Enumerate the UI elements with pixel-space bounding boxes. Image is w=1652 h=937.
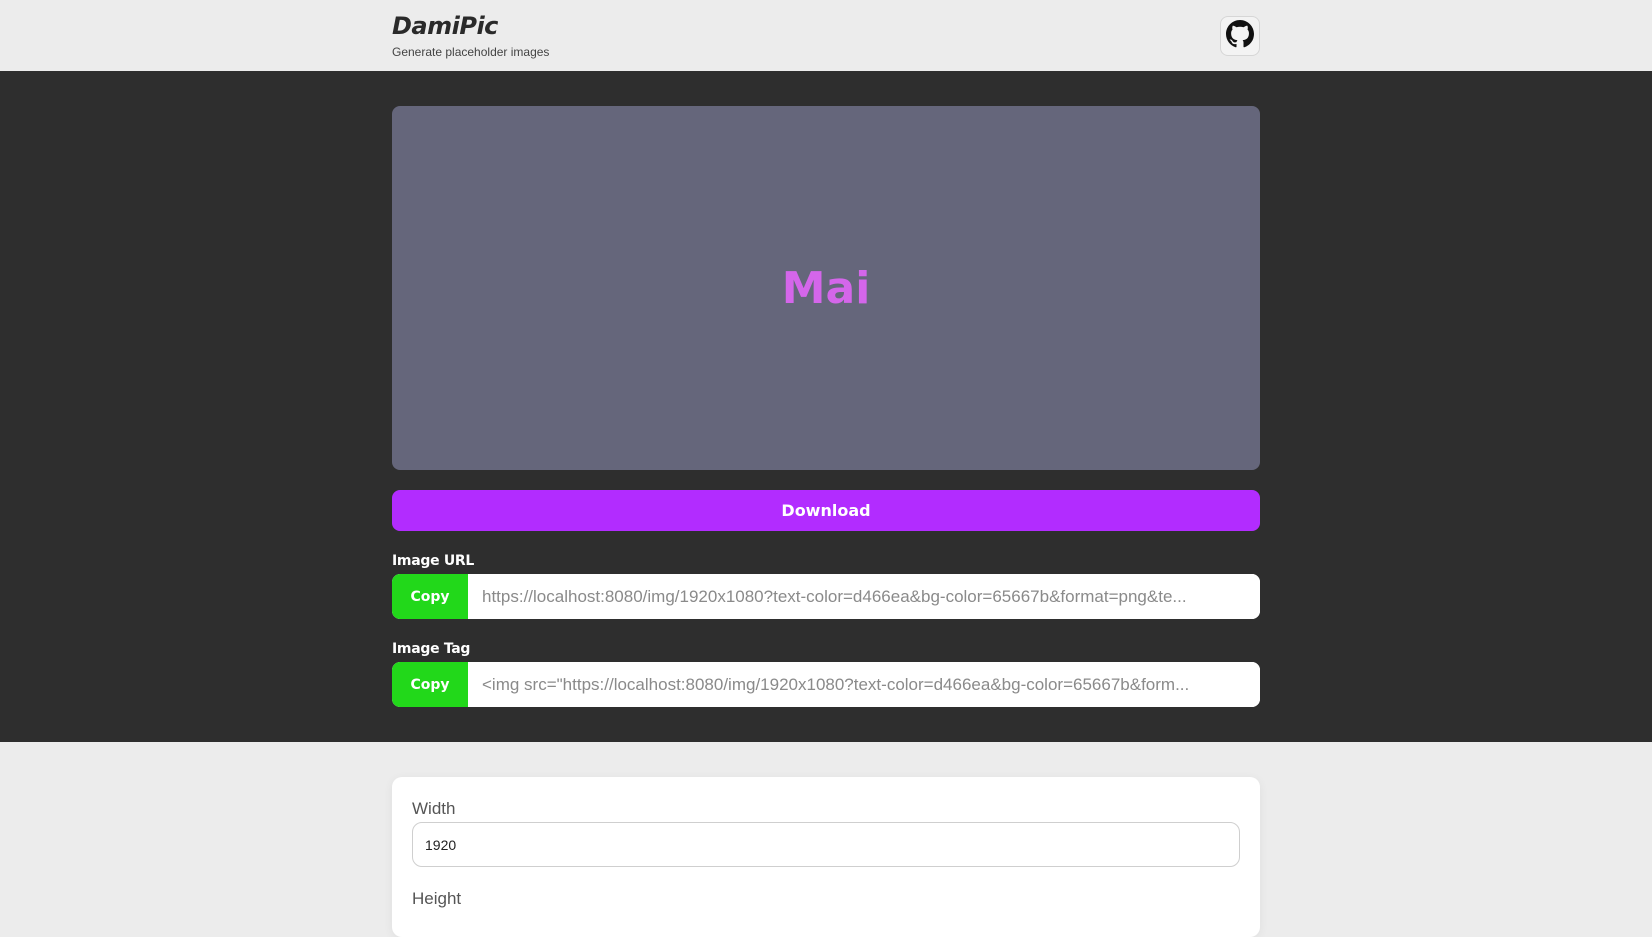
image-url-row: Copy https://localhost:8080/img/1920x108…	[392, 574, 1260, 619]
github-button[interactable]	[1220, 16, 1260, 56]
download-button[interactable]: Download	[392, 490, 1260, 531]
image-tag-row: Copy <img src="https://localhost:8080/im…	[392, 662, 1260, 707]
copy-url-button[interactable]: Copy	[392, 574, 468, 619]
image-tag-label: Image Tag	[392, 641, 471, 657]
app-title: DamiPic	[392, 12, 498, 40]
copy-tag-button[interactable]: Copy	[392, 662, 468, 707]
image-url-label: Image URL	[392, 553, 475, 569]
image-url-field[interactable]: https://localhost:8080/img/1920x1080?tex…	[468, 574, 1260, 619]
preview-text: Mai	[781, 262, 871, 314]
github-icon	[1226, 20, 1254, 52]
width-value: 1920	[425, 836, 457, 853]
top-bar: DamiPic Generate placeholder images	[0, 0, 1652, 71]
width-label: Width	[412, 799, 456, 818]
image-preview: Mai	[392, 106, 1260, 470]
brand: DamiPic Generate placeholder images	[392, 12, 549, 59]
width-input[interactable]: 1920	[412, 822, 1240, 867]
image-tag-field[interactable]: <img src="https://localhost:8080/img/192…	[468, 662, 1260, 707]
preview-section: Mai Download Image URL Copy https://loca…	[0, 71, 1652, 742]
height-label: Height	[412, 889, 462, 908]
settings-card: Width 1920 Height	[392, 777, 1260, 937]
image-url-value: https://localhost:8080/img/1920x1080?tex…	[482, 586, 1187, 606]
app-subtitle: Generate placeholder images	[392, 45, 550, 59]
image-tag-value: <img src="https://localhost:8080/img/192…	[482, 674, 1190, 694]
